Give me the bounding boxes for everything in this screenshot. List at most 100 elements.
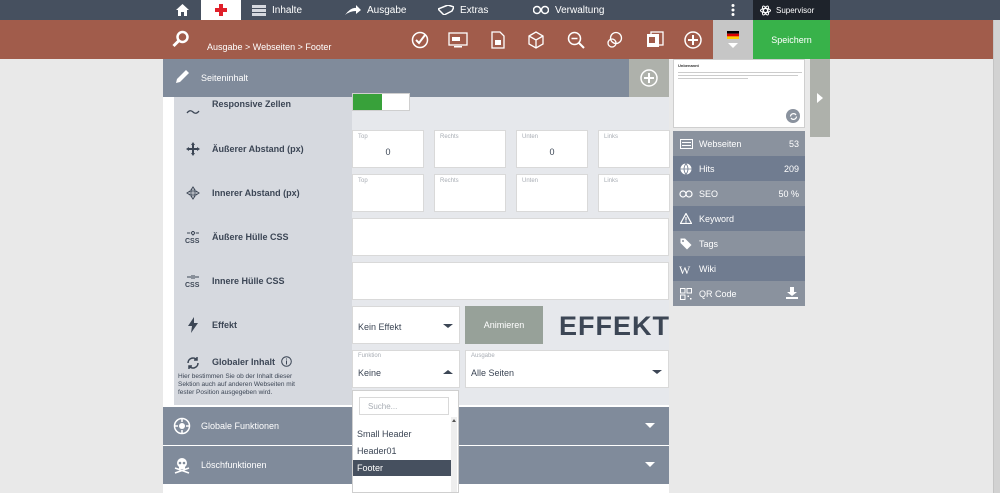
outer-css-label: Äußere Hülle CSS (212, 232, 289, 242)
chevron-down-icon (645, 423, 655, 428)
row-label: Globaler Inhalt Hier bestimmen Sie ob de… (174, 347, 352, 405)
output-select[interactable]: Ausgabe Alle Seiten (465, 350, 669, 388)
chevron-down-icon (728, 43, 738, 48)
inner-css-input[interactable] (352, 262, 669, 300)
document-button[interactable] (487, 29, 509, 51)
toggle-on-segment (353, 94, 382, 110)
chevron-down-icon (645, 462, 655, 467)
stat-webseiten[interactable]: Webseiten 53 (673, 131, 805, 156)
nav-verwaltung-label: Verwaltung (555, 4, 605, 16)
nav-ausgabe-label: Ausgabe (367, 4, 407, 16)
sidebar-expand-button[interactable] (810, 59, 830, 137)
function-dropdown-menu: Suche... Small Header Header01 Footer (352, 390, 459, 493)
stat-label: Keyword (699, 213, 735, 224)
quick-add-button[interactable] (201, 0, 241, 20)
publish-button[interactable] (409, 29, 431, 51)
page-preview-thumbnail[interactable]: Unbenannt (673, 59, 805, 128)
home-button[interactable] (163, 0, 201, 20)
animate-button[interactable]: Animieren (465, 306, 543, 344)
inner-bottom-input[interactable]: Unten (516, 174, 588, 212)
field-caption: Rechts (440, 178, 459, 184)
svg-text:CSS: CSS (185, 238, 200, 244)
section-title: Löschfunktionen (201, 460, 267, 470)
package-button[interactable] (525, 29, 547, 51)
seo-icon (673, 189, 699, 199)
refresh-preview-button[interactable] (786, 109, 800, 123)
screen-preview-button[interactable] (447, 29, 469, 51)
outer-right-input[interactable]: Rechts (434, 130, 506, 168)
field-caption: Unten (522, 178, 539, 184)
search-button[interactable] (172, 30, 190, 50)
css-icon: CSS (174, 230, 212, 244)
nav-verwaltung[interactable]: Verwaltung (533, 0, 604, 20)
panel-add-button[interactable] (629, 59, 669, 97)
global-content-label: Globaler Inhalt (212, 357, 276, 367)
settings-link-button[interactable] (604, 29, 626, 51)
skull-icon (173, 456, 191, 476)
document-icon (491, 31, 505, 49)
stat-wiki[interactable]: W Wiki (673, 256, 805, 281)
effect-label: Effekt (212, 320, 238, 330)
scroll-up-icon (452, 419, 456, 422)
svg-text:W: W (679, 263, 691, 275)
row-value: Top Rechts Unten Links (352, 171, 670, 215)
window-scrollbar[interactable] (993, 20, 1000, 493)
stat-label: QR Code (699, 288, 737, 299)
user-menu[interactable]: Supervisor (753, 0, 830, 20)
dropdown-option[interactable]: Small Header (353, 426, 452, 442)
row-inner-css: CSS Innere Hülle CSS (174, 259, 669, 303)
stat-tags[interactable]: Tags (673, 231, 805, 256)
dropdown-option-selected[interactable]: Footer (353, 460, 452, 476)
content-icon (252, 4, 266, 16)
row-value (352, 259, 669, 303)
nav-inhalte[interactable]: Inhalte (252, 0, 302, 20)
inner-left-input[interactable]: Links (598, 174, 670, 212)
stat-keyword[interactable]: Keyword (673, 206, 805, 231)
inner-arrows-icon (174, 186, 212, 200)
german-flag-icon (727, 31, 739, 39)
nav-ausgabe[interactable]: Ausgabe (345, 0, 406, 20)
stat-seo[interactable]: SEO 50 % (673, 181, 805, 206)
field-value: 0 (385, 147, 391, 157)
download-icon[interactable] (786, 287, 798, 301)
effect-select[interactable]: Kein Effekt (352, 306, 460, 344)
save-button[interactable]: Speichern (753, 20, 830, 59)
outer-top-input[interactable]: Top 0 (352, 130, 424, 168)
stat-qrcode[interactable]: QR Code (673, 281, 805, 306)
section-title: Globale Funktionen (201, 421, 280, 431)
function-select[interactable]: Funktion Keine (352, 350, 460, 388)
sync-icon (174, 355, 212, 371)
layout-button[interactable] (644, 29, 666, 51)
outer-left-input[interactable]: Links (598, 130, 670, 168)
preview-title: Unbenannt (678, 63, 699, 68)
chevron-right-icon (817, 93, 823, 103)
plus-circle-icon (684, 31, 702, 49)
stat-value: 50 % (778, 189, 799, 199)
stat-label: Hits (699, 163, 715, 174)
output-value: Alle Seiten (471, 368, 515, 378)
field-caption: Top (358, 134, 368, 140)
field-caption: Funktion (358, 353, 382, 359)
responsive-toggle[interactable] (352, 93, 410, 111)
dropdown-option[interactable]: Header01 (353, 443, 452, 459)
dropdown-search-input[interactable]: Suche... (359, 397, 449, 415)
more-menu-button[interactable] (725, 0, 741, 20)
pages-icon (673, 138, 699, 149)
inner-top-input[interactable]: Top (352, 174, 424, 212)
row-label: Responsive Zellen (174, 97, 352, 127)
add-button[interactable] (682, 29, 704, 51)
inner-right-input[interactable]: Rechts (434, 174, 506, 212)
field-value: 0 (549, 147, 555, 157)
zoom-out-button[interactable] (565, 29, 587, 51)
outer-bottom-input[interactable]: Unten 0 (516, 130, 588, 168)
language-selector[interactable] (713, 20, 753, 59)
inner-spacing-label: Innerer Abstand (px) (212, 188, 300, 198)
plus-circle-icon (640, 69, 658, 87)
dropdown-scrollbar[interactable] (451, 417, 457, 492)
outer-css-input[interactable] (352, 218, 669, 256)
field-caption: Links (604, 178, 619, 184)
row-label: Äußerer Abstand (px) (174, 127, 352, 171)
info-icon[interactable] (281, 356, 292, 369)
stat-hits[interactable]: Hits 209 (673, 156, 805, 181)
nav-extras[interactable]: Extras (438, 0, 488, 20)
